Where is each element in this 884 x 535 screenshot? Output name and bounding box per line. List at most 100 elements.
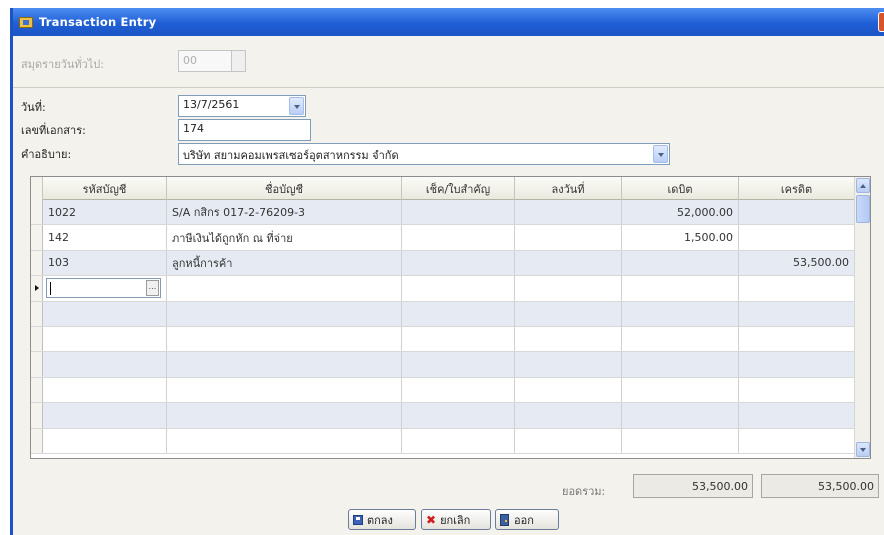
date-cell[interactable] [515,250,622,276]
account-code-cell[interactable]: 142 [43,225,167,250]
date-cell[interactable] [515,225,622,250]
cheque-cell[interactable] [402,377,515,403]
scroll-down-button[interactable] [856,442,870,457]
credit-cell[interactable] [739,377,855,403]
account-code-cell[interactable]: 1022 [43,200,167,225]
debit-cell[interactable]: 52,000.00 [622,200,739,225]
row-selector[interactable] [31,377,43,403]
row-selector[interactable] [31,301,43,326]
credit-cell[interactable] [739,225,855,250]
description-field[interactable]: บริษัท สยามคอมเพรสเซอร์อุตสาหกรรม จำกัด [178,143,670,165]
account-code-cell[interactable] [43,352,167,377]
debit-cell[interactable] [622,326,739,352]
debit-cell[interactable] [622,377,739,403]
table-row[interactable] [31,377,855,404]
table-row[interactable] [31,301,855,327]
date-field[interactable]: 13/7/2561 [178,95,306,117]
table-row[interactable]: 142 ภาษีเงินได้ถูกหัก ณ ที่จ่าย 1,500.00 [31,225,855,251]
debit-cell[interactable] [622,301,739,326]
cheque-cell[interactable] [402,428,515,453]
row-selector[interactable] [31,276,43,301]
table-row[interactable] [31,428,855,454]
close-button[interactable] [878,12,884,32]
account-name-cell[interactable] [167,352,402,377]
credit-cell[interactable] [739,301,855,326]
credit-cell[interactable] [739,276,855,301]
scroll-up-button[interactable] [856,178,870,193]
credit-cell[interactable] [739,403,855,428]
account-code-input[interactable]: ... [46,278,161,299]
account-code-cell[interactable] [43,377,167,403]
account-name-cell[interactable]: ภาษีเงินได้ถูกหัก ณ ที่จ่าย [167,225,402,250]
account-name-cell[interactable] [167,428,402,453]
row-selector[interactable] [31,403,43,428]
date-cell[interactable] [515,352,622,377]
header-cheque[interactable]: เช็ค/ใบสำคัญ [402,177,515,200]
row-selector[interactable] [31,352,43,377]
date-cell[interactable] [515,403,622,428]
account-name-cell[interactable] [167,326,402,352]
account-code-cell[interactable]: 103 [43,250,167,276]
account-name-cell[interactable]: ลูกหนี้การค้า [167,250,402,276]
cheque-cell[interactable] [402,403,515,428]
account-code-cell[interactable]: ... [43,276,167,301]
row-selector[interactable] [31,200,43,225]
account-code-cell[interactable] [43,326,167,352]
date-cell[interactable] [515,326,622,352]
table-row[interactable]: 103 ลูกหนี้การค้า 53,500.00 [31,250,855,277]
account-name-cell[interactable] [167,377,402,403]
header-debit[interactable]: เดบิต [622,177,739,200]
description-dropdown-button[interactable] [653,145,668,163]
cheque-cell[interactable] [402,276,515,301]
account-name-cell[interactable] [167,301,402,326]
entries-grid[interactable]: รหัสบัญชี ชื่อบัญชี เช็ค/ใบสำคัญ ลงวันที… [30,176,871,459]
date-cell[interactable] [515,276,622,301]
table-row[interactable] [31,403,855,429]
debit-cell[interactable] [622,276,739,301]
account-code-cell[interactable] [43,428,167,453]
debit-cell[interactable] [622,403,739,428]
scroll-thumb[interactable] [856,195,870,223]
cheque-cell[interactable] [402,225,515,250]
cheque-cell[interactable] [402,352,515,377]
table-row-editing[interactable]: ... [31,276,855,302]
row-selector[interactable] [31,428,43,453]
date-cell[interactable] [515,301,622,326]
header-date[interactable]: ลงวันที่ [515,177,622,200]
row-selector[interactable] [31,225,43,250]
cheque-cell[interactable] [402,250,515,276]
account-name-cell[interactable]: S/A กสิกร 017-2-76209-3 [167,200,402,225]
date-cell[interactable] [515,200,622,225]
debit-cell[interactable] [622,352,739,377]
grid-vertical-scrollbar[interactable] [854,177,870,458]
debit-cell[interactable]: 1,500.00 [622,225,739,250]
account-name-cell[interactable] [167,276,402,301]
debit-cell[interactable] [622,250,739,276]
cheque-cell[interactable] [402,200,515,225]
account-name-cell[interactable] [167,403,402,428]
table-row[interactable]: 1022 S/A กสิกร 017-2-76209-3 52,000.00 [31,200,855,226]
cancel-button[interactable]: ✖ ยกเลิก [421,509,491,530]
header-account-name[interactable]: ชื่อบัญชี [167,177,402,200]
lookup-ellipsis-button[interactable]: ... [146,280,159,297]
date-cell[interactable] [515,377,622,403]
credit-cell[interactable] [739,352,855,377]
date-cell[interactable] [515,428,622,453]
table-row[interactable] [31,326,855,353]
credit-cell[interactable]: 53,500.00 [739,250,855,276]
debit-cell[interactable] [622,428,739,453]
credit-cell[interactable] [739,428,855,453]
account-code-cell[interactable] [43,301,167,326]
credit-cell[interactable] [739,200,855,225]
table-row[interactable] [31,352,855,378]
exit-button[interactable]: ออก [495,509,559,530]
date-dropdown-button[interactable] [289,97,304,115]
header-credit[interactable]: เครดิต [739,177,855,200]
credit-cell[interactable] [739,326,855,352]
row-selector[interactable] [31,250,43,276]
header-account-code[interactable]: รหัสบัญชี [43,177,167,200]
row-selector[interactable] [31,326,43,352]
doc-number-field[interactable]: 174 [178,119,311,141]
cheque-cell[interactable] [402,301,515,326]
cheque-cell[interactable] [402,326,515,352]
